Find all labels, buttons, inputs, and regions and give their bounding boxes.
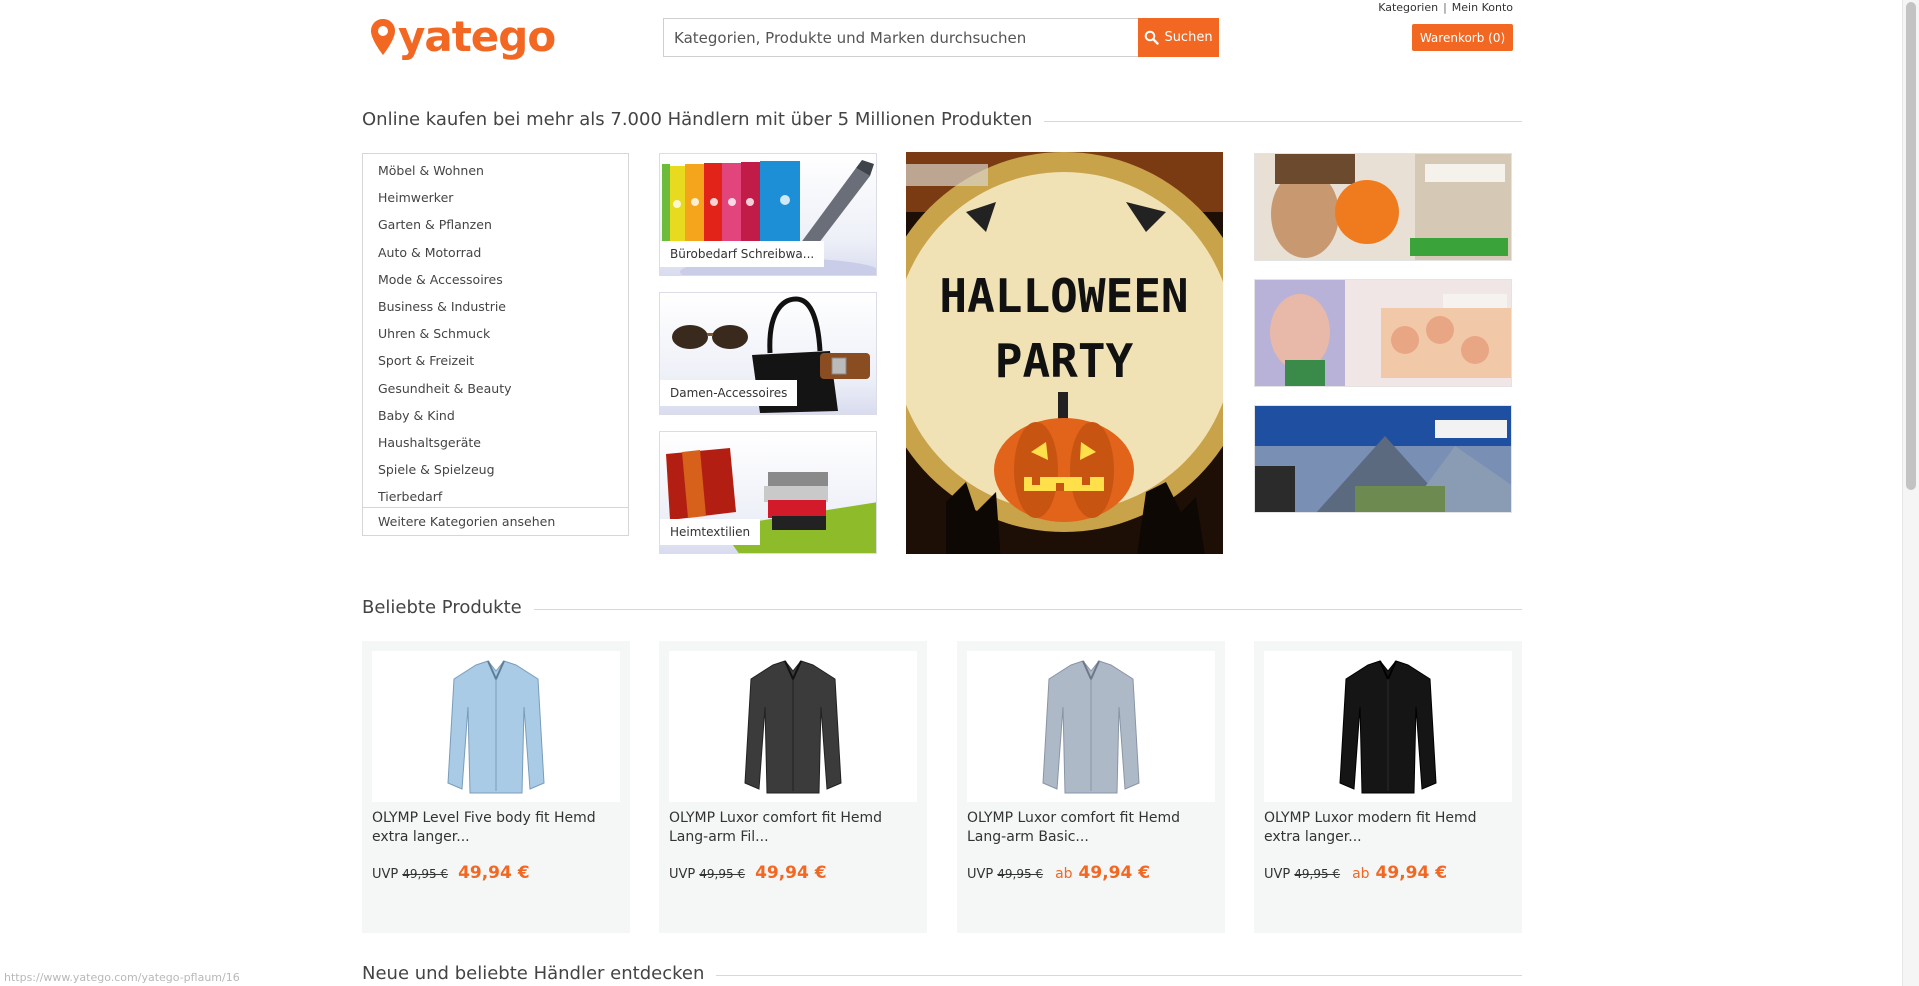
search-bar: Suchen — [663, 18, 1219, 57]
current-price: 49,94 € — [1375, 863, 1448, 883]
current-price: 49,94 € — [1078, 863, 1151, 883]
hero-section-heading: Online kaufen bei mehr als 7.000 Händler… — [362, 109, 1522, 130]
halloween-banner-image: HALLOWEEN PARTY — [906, 152, 1223, 554]
uvp-label: UVP — [1264, 867, 1291, 882]
page-scrollbar[interactable] — [1902, 0, 1919, 986]
heading-divider — [716, 975, 1522, 976]
product-price: UVP 49,95 € ab 49,94 € — [1264, 863, 1447, 883]
heading-divider — [533, 609, 1522, 610]
product-title[interactable]: OLYMP Level Five body fit Hemd extra lan… — [372, 809, 624, 847]
product-card[interactable]: OLYMP Level Five body fit Hemd extra lan… — [362, 641, 630, 933]
old-price: 49,95 € — [402, 867, 449, 881]
search-input[interactable] — [663, 18, 1138, 57]
cart-button[interactable]: Warenkorb (0) — [1412, 24, 1513, 51]
shirt-image — [744, 659, 842, 793]
product-price: UVP 49,95 € 49,94 € — [372, 863, 530, 883]
product-title[interactable]: OLYMP Luxor comfort fit Hemd Lang-arm Fi… — [669, 809, 921, 847]
shirt-image — [1042, 659, 1140, 793]
category-item-garten[interactable]: Garten & Pflanzen — [363, 211, 628, 238]
shirt-image — [1339, 659, 1437, 793]
promo-banner-2[interactable] — [1254, 279, 1512, 387]
category-item-spiele[interactable]: Spiele & Spielzeug — [363, 456, 628, 483]
tile-heimtextilien[interactable]: Heimtextilien — [659, 431, 877, 554]
banner-text-halloween: HALLOWEEN — [939, 269, 1188, 323]
category-item-gesundheit[interactable]: Gesundheit & Beauty — [363, 375, 628, 402]
old-price: 49,95 € — [1294, 867, 1341, 881]
uvp-label: UVP — [669, 867, 696, 882]
promo-banner-2-image — [1255, 280, 1511, 386]
more-categories-link[interactable]: Weitere Kategorien ansehen — [363, 507, 628, 535]
shirt-image — [447, 659, 545, 793]
uvp-label: UVP — [372, 867, 399, 882]
tile-label: Damen-Accessoires — [660, 380, 798, 406]
tile-damen-accessoires[interactable]: Damen-Accessoires — [659, 292, 877, 415]
promo-banner-1-image — [1255, 154, 1511, 260]
product-image — [372, 651, 620, 802]
category-item-uhren[interactable]: Uhren & Schmuck — [363, 320, 628, 347]
hero-heading: Online kaufen bei mehr als 7.000 Händler… — [362, 109, 1033, 130]
search-button[interactable]: Suchen — [1138, 18, 1219, 57]
category-item-auto[interactable]: Auto & Motorrad — [363, 239, 628, 266]
link-mein-konto[interactable]: Mein Konto — [1452, 1, 1513, 14]
product-title[interactable]: OLYMP Luxor comfort fit Hemd Lang-arm Ba… — [967, 809, 1219, 847]
category-item-moebel[interactable]: Möbel & Wohnen — [363, 157, 628, 184]
product-price: UVP 49,95 € ab 49,94 € — [967, 863, 1150, 883]
search-icon — [1145, 30, 1160, 45]
category-item-sport[interactable]: Sport & Freizeit — [363, 347, 628, 374]
current-price: 49,94 € — [458, 863, 530, 883]
product-image — [1264, 651, 1512, 802]
halloween-party-banner[interactable]: HALLOWEEN PARTY — [906, 152, 1223, 554]
product-card[interactable]: OLYMP Luxor modern fit Hemd extra langer… — [1254, 641, 1522, 933]
tile-label: Heimtextilien — [660, 519, 761, 545]
banner-text-party: PARTY — [995, 334, 1134, 388]
merchants-heading: Neue und beliebte Händler entdecken — [362, 963, 705, 984]
logo-text: yatego — [398, 12, 556, 61]
tile-buerobedarf[interactable]: Bürobedarf Schreibwa... — [659, 153, 877, 276]
location-pin-icon — [371, 19, 395, 55]
product-image — [967, 651, 1215, 802]
price-prefix: ab — [1055, 866, 1073, 882]
top-links: Kategorien | Mein Konto — [1378, 1, 1513, 14]
category-item-haushaltsgeraete[interactable]: Haushaltsgeräte — [363, 429, 628, 456]
popular-heading: Beliebte Produkte — [362, 597, 522, 618]
old-price: 49,95 € — [699, 867, 746, 881]
category-item-heimwerker[interactable]: Heimwerker — [363, 184, 628, 211]
old-price: 49,95 € — [997, 867, 1044, 881]
search-button-label: Suchen — [1164, 30, 1213, 45]
promo-banner-1[interactable] — [1254, 153, 1512, 261]
category-item-mode[interactable]: Mode & Accessoires — [363, 266, 628, 293]
link-kategorien[interactable]: Kategorien — [1378, 1, 1438, 14]
product-card[interactable]: OLYMP Luxor comfort fit Hemd Lang-arm Fi… — [659, 641, 927, 933]
heading-divider — [1044, 121, 1522, 122]
category-list: Möbel & Wohnen Heimwerker Garten & Pflan… — [362, 153, 629, 536]
popular-section-heading: Beliebte Produkte — [362, 597, 1522, 618]
product-card[interactable]: OLYMP Luxor comfort fit Hemd Lang-arm Ba… — [957, 641, 1225, 933]
promo-banner-3-image — [1255, 406, 1511, 512]
product-image — [669, 651, 917, 802]
product-title[interactable]: OLYMP Luxor modern fit Hemd extra langer… — [1264, 809, 1516, 847]
yatego-logo[interactable]: yatego — [370, 12, 556, 61]
uvp-label: UVP — [967, 867, 994, 882]
scrollbar-thumb[interactable] — [1906, 2, 1916, 490]
toplinks-separator: | — [1443, 1, 1447, 14]
price-prefix: ab — [1352, 866, 1370, 882]
tile-label: Bürobedarf Schreibwa... — [660, 241, 825, 267]
merchants-section-heading: Neue und beliebte Händler entdecken — [362, 963, 1522, 984]
product-price: UVP 49,95 € 49,94 € — [669, 863, 827, 883]
current-price: 49,94 € — [755, 863, 827, 883]
category-item-business[interactable]: Business & Industrie — [363, 293, 628, 320]
status-bar-url: https://www.yatego.com/yatego-pflaum/16 — [4, 971, 240, 984]
promo-banner-3[interactable] — [1254, 405, 1512, 513]
category-item-baby[interactable]: Baby & Kind — [363, 402, 628, 429]
